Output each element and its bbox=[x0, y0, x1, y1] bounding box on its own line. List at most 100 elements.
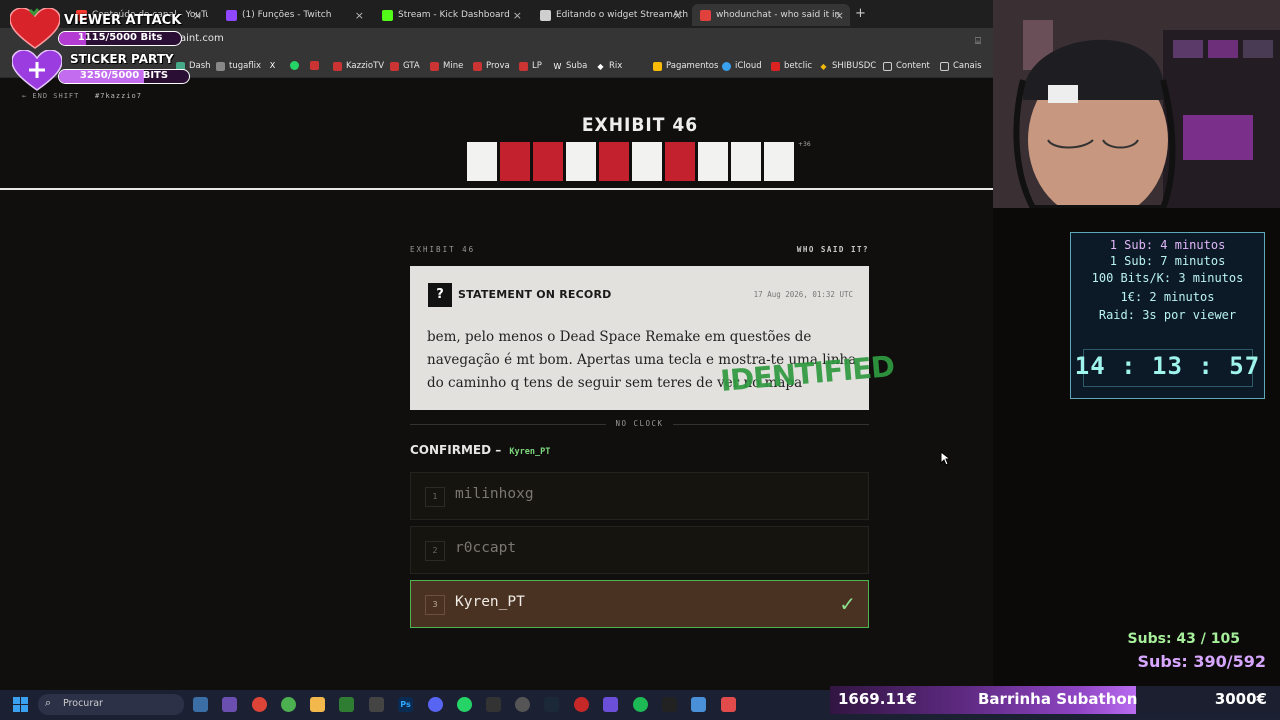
tiles-more-count: +36 bbox=[798, 141, 811, 148]
tab-title: (1) Funções - Twitch bbox=[242, 10, 332, 20]
whatsapp-icon bbox=[290, 61, 299, 70]
exhibit-tile-white bbox=[698, 142, 728, 181]
guess-name: milinhoxg bbox=[455, 486, 534, 502]
timer-rule: 1 Sub: 4 minutos bbox=[1109, 238, 1226, 252]
guess-row[interactable]: 2 r0ccapt bbox=[410, 526, 869, 574]
subs-total: Subs: 390/592 bbox=[1137, 652, 1267, 671]
taskbar-search-label: Procurar bbox=[63, 698, 103, 709]
spotify-icon[interactable] bbox=[633, 697, 648, 712]
discord-icon[interactable] bbox=[428, 697, 443, 712]
exhibit-tile-red bbox=[533, 142, 563, 181]
bookmark-canais[interactable]: Canais bbox=[940, 61, 982, 71]
exhibit-tile-white bbox=[731, 142, 761, 181]
taskbar-app-icon[interactable] bbox=[721, 697, 736, 712]
timer-rule: 100 Bits/K: 3 minutos bbox=[1091, 271, 1244, 285]
heart-plus-icon bbox=[12, 50, 62, 91]
taskbar-app-icon[interactable] bbox=[193, 697, 208, 712]
taskbar-app-icon[interactable] bbox=[574, 697, 589, 712]
subs-goal: Subs: 43 / 105 bbox=[1127, 631, 1240, 647]
exhibit-tile-white bbox=[467, 142, 497, 181]
cloud-icon bbox=[722, 61, 731, 71]
confirmed-name: Kyren_PT bbox=[509, 447, 551, 457]
taskbar-search[interactable] bbox=[38, 694, 184, 715]
close-icon[interactable]: × bbox=[835, 9, 844, 22]
bookmark-gta[interactable]: GTA bbox=[390, 61, 420, 71]
timer-clock: 14 : 13 : 57 bbox=[1074, 352, 1261, 380]
exhibit-tile-red bbox=[599, 142, 629, 181]
bookmark-content[interactable]: Content bbox=[883, 61, 930, 71]
bookmark-x[interactable]: X bbox=[268, 61, 281, 70]
bookmark-betclic[interactable]: betclic bbox=[771, 61, 812, 71]
chart-icon bbox=[519, 61, 528, 71]
taskbar-app-icon[interactable] bbox=[281, 697, 296, 712]
binance-icon: ◆ bbox=[820, 61, 827, 71]
tab-title: whodunchat - who said it in bbox=[716, 10, 841, 20]
betclic-icon bbox=[771, 61, 780, 71]
photoshop-icon[interactable]: Ps bbox=[398, 697, 413, 712]
chart-icon bbox=[430, 61, 439, 71]
bookmark-mine[interactable]: Mine bbox=[430, 61, 463, 71]
guess-number: 1 bbox=[425, 487, 445, 507]
tab-kick[interactable]: Stream - Kick Dashboard × bbox=[374, 4, 528, 26]
bookmark-prova[interactable]: Prova bbox=[473, 61, 510, 71]
bookmark-whatsapp[interactable] bbox=[290, 61, 303, 70]
whatsapp-icon[interactable] bbox=[457, 697, 472, 712]
bookmark-lp[interactable]: LP bbox=[519, 61, 542, 71]
bits-progress-label: 1115/5000 Bits bbox=[77, 32, 163, 43]
bits-overlay: VIEWER ATTACK 1115/5000 Bits STICKER PAR… bbox=[8, 6, 198, 94]
obs-icon[interactable] bbox=[515, 697, 530, 712]
guess-row[interactable]: 1 milinhoxg bbox=[410, 472, 869, 520]
bookmark-rix[interactable]: ◆ Rix bbox=[596, 61, 622, 71]
bookmark-icloud[interactable]: iCloud bbox=[722, 61, 762, 71]
epic-games-icon[interactable] bbox=[486, 697, 501, 712]
bookmark-suba[interactable]: W Suba bbox=[553, 61, 588, 71]
exhibit-title: EXHIBIT 46 bbox=[581, 114, 699, 136]
taskbar-app-icon[interactable] bbox=[603, 697, 618, 712]
taskbar-app-icon[interactable] bbox=[222, 697, 237, 712]
close-icon[interactable]: × bbox=[673, 9, 682, 22]
timer-rule: Raid: 3s por viewer bbox=[1098, 308, 1237, 322]
question-icon: ? bbox=[428, 283, 452, 307]
statement-label: STATEMENT ON RECORD bbox=[458, 288, 612, 301]
bookmark-pagamentos[interactable]: Pagamentos bbox=[653, 61, 718, 71]
capcut-icon[interactable] bbox=[662, 697, 677, 712]
divider bbox=[410, 424, 606, 425]
close-icon[interactable]: × bbox=[355, 9, 364, 22]
steam-icon[interactable] bbox=[544, 697, 559, 712]
kick-icon bbox=[382, 9, 393, 21]
whodunchat-icon bbox=[700, 9, 711, 21]
mouse-cursor-icon bbox=[940, 451, 950, 466]
tab-twitch[interactable]: (1) Funções - Twitch × bbox=[218, 4, 370, 26]
bookmark-chart[interactable] bbox=[310, 61, 323, 70]
chrome-icon[interactable] bbox=[252, 697, 267, 712]
divider bbox=[673, 424, 869, 425]
bookmark-shibusdc[interactable]: ◆ SHIBUSDC bbox=[819, 61, 876, 71]
chart-icon bbox=[473, 61, 482, 71]
bookmark-tugaflix[interactable]: tugaflix bbox=[216, 61, 261, 71]
tab-whodunchat[interactable]: whodunchat - who said it in × bbox=[692, 4, 850, 26]
new-tab-button[interactable]: + bbox=[855, 6, 866, 21]
close-icon[interactable]: × bbox=[513, 9, 522, 22]
no-clock-label: NO CLOCK bbox=[615, 419, 664, 428]
capcut-icon[interactable] bbox=[369, 697, 384, 712]
diamond-icon: ◆ bbox=[597, 61, 604, 71]
bookmark-kazziotv[interactable]: KazzioTV bbox=[333, 61, 384, 71]
calculator-icon[interactable] bbox=[339, 697, 354, 712]
sticker-progress-bar: 3250/5000 BITS bbox=[58, 69, 190, 84]
guess-name: r0ccapt bbox=[455, 540, 517, 556]
viewer-attack-title: VIEWER ATTACK bbox=[64, 13, 182, 28]
translate-icon[interactable]: ⌸ bbox=[975, 36, 981, 47]
exhibit-tiles bbox=[467, 142, 794, 181]
notepad-icon[interactable] bbox=[691, 697, 706, 712]
tab-streamathon[interactable]: Editando o widget StreamAthon × bbox=[532, 4, 688, 26]
guess-row-correct[interactable]: 3 Kyren_PT ✓ bbox=[410, 580, 869, 628]
subathon-label: Barrinha Subathon bbox=[978, 690, 1138, 708]
webcam-feed bbox=[993, 0, 1280, 208]
exhibit-tile-red bbox=[665, 142, 695, 181]
tab-title: Stream - Kick Dashboard bbox=[398, 10, 510, 20]
drive-icon bbox=[653, 61, 662, 71]
folder-icon[interactable] bbox=[310, 697, 325, 712]
sticker-progress-label: 3250/5000 BITS bbox=[79, 70, 169, 81]
x-icon: X bbox=[269, 61, 276, 70]
windows-start-icon[interactable] bbox=[13, 697, 29, 713]
